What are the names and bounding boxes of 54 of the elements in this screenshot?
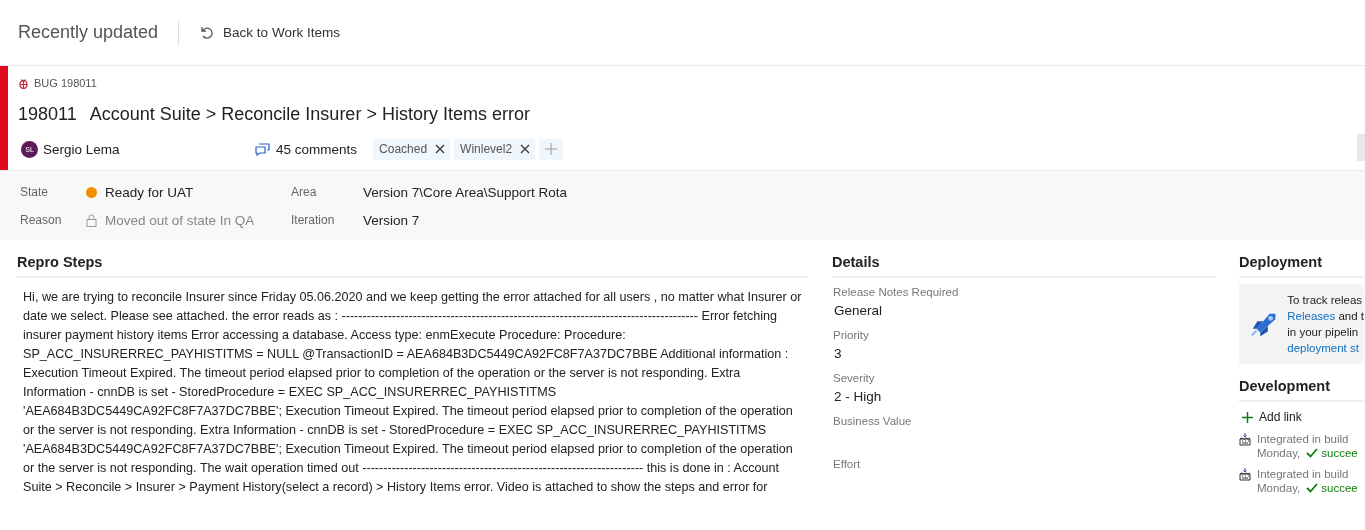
build-icon	[1239, 433, 1251, 446]
field-label: Effort	[832, 458, 862, 470]
info-text: To track releas	[1287, 294, 1363, 306]
field-value[interactable]: General	[832, 298, 1215, 321]
section-heading: Repro Steps	[17, 254, 808, 278]
check-icon	[1306, 483, 1319, 493]
build-status: succee	[1306, 447, 1358, 459]
assignee-name[interactable]: Sergio Lema	[43, 141, 255, 157]
plus-icon	[1242, 411, 1253, 423]
undo-arrow-icon	[199, 25, 215, 40]
state-value[interactable]: Ready for UAT	[105, 184, 194, 200]
work-item-title[interactable]: Account Suite > Reconcile Insurer > History Items error	[89, 103, 530, 125]
comments-icon	[255, 142, 270, 156]
build-status: succee	[1306, 482, 1358, 494]
field-label: Priority	[832, 329, 870, 341]
section-heading: Development	[1239, 378, 1364, 402]
section-heading: Details	[832, 254, 1215, 278]
add-link-button[interactable]: Add link	[1242, 410, 1364, 424]
section-heading: Deployment	[1239, 254, 1364, 278]
build-title[interactable]: Integrated in build	[1257, 433, 1358, 445]
build-date: Monday,	[1257, 482, 1301, 494]
field-label: State	[20, 185, 50, 199]
tag[interactable]: Coached	[373, 138, 451, 160]
build-icon	[1239, 468, 1251, 481]
lock-icon	[86, 213, 97, 227]
plus-icon	[545, 143, 558, 155]
info-text: and t	[1337, 310, 1364, 322]
field-label: Severity	[832, 372, 876, 384]
field-label: Reason	[20, 213, 63, 227]
build-date: Monday,	[1257, 447, 1301, 459]
field-value[interactable]: Version 7	[363, 212, 420, 228]
field-value[interactable]: 3	[832, 341, 1215, 364]
work-item-type: BUG 198011	[34, 77, 97, 89]
field-label: Area	[291, 185, 318, 199]
bug-icon	[18, 77, 29, 89]
info-text: in your pipelin	[1287, 326, 1359, 338]
close-icon[interactable]	[520, 144, 531, 154]
tag[interactable]: Winlevel2	[454, 138, 536, 160]
link[interactable]: deployment st	[1287, 342, 1359, 354]
page-title: Recently updated	[18, 22, 159, 43]
repro-steps-text[interactable]: Hi, we are trying to reconcile Insurer since Friday 05.06.2020 and we keep getting the error attached for all users , no matter what Insurer or date we select. Please see attached. the error reads as : ------------------------------------------------------------------------------------- Error fetching insurer payment history items Error accessing a database. Access type: enmExecute Procedure: Procedure: SP_ACC_INSURERREC_PAYHISTITMS = NULL @TransactionID = AEA684B3DC5449CA92FC8F7A37DC7BBE Additional information : Execution Timeout Expired. The timeout period elapsed prior to completion of the operation or the server is not responding. Extra Information - cnnDB is set - StoredProcedure = EXEC SP_ACC_INSURERREC_PAYHISTITMS 'AEA684B3DC5449CA92FC8F7A37DC7BBE'; Execution Timeout Expired. The timeout period elapsed prior to completion of the operation or the server is not responding. Extra Information - cnnDB is set - StoredProcedure = EXEC SP_ACC_INSURERREC_PAYHISTITMS 'AEA684B3DC5449CA92FC8F7A37DC7BBE'; Execution Timeout Expired. The timeout period elapsed prior to completion of the operation or the server is not responding. The wait operation timed out ------------------------------------------------------------------- this is done in : Account Suite > Reconcile > Insurer > Payment History(select a record) > History Items error. Video is attached to show the steps and error for	[17, 278, 808, 497]
field-label: Iteration	[291, 213, 336, 227]
field-value[interactable]: 2 - High	[832, 384, 1215, 407]
back-link[interactable]: Back to Work Items	[199, 25, 340, 40]
field-value: Moved out of state In QA	[105, 212, 255, 228]
build-title[interactable]: Integrated in build	[1257, 468, 1358, 480]
link[interactable]: Releases	[1287, 310, 1336, 322]
work-item-id: 198011	[18, 103, 77, 125]
check-icon	[1306, 448, 1319, 458]
field-label: Release Notes Required	[832, 286, 960, 298]
field-value[interactable]: Version 7\Core Area\Support Rota	[363, 184, 568, 200]
close-icon[interactable]	[435, 144, 446, 154]
field-label: Business Value	[832, 415, 913, 427]
comments-link[interactable]: 45 comments	[255, 141, 358, 157]
